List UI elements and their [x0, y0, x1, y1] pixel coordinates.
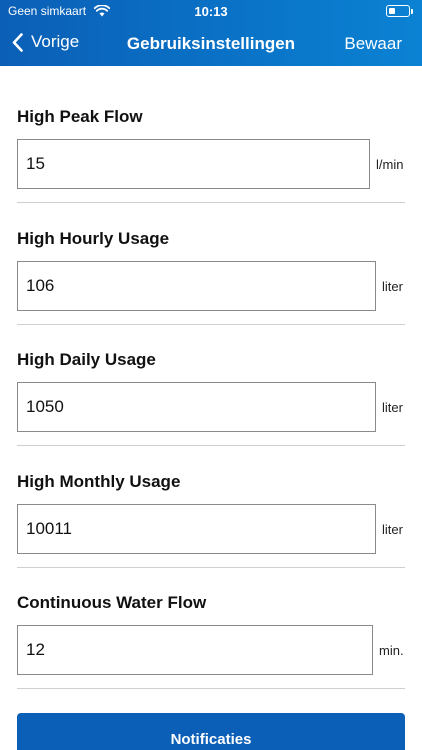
setting-high-daily-usage: High Daily Usage liter [0, 309, 422, 446]
high-hourly-usage-input[interactable] [17, 260, 376, 311]
continuous-water-flow-input[interactable] [17, 625, 373, 675]
battery-icon [386, 5, 413, 17]
setting-label: High Peak Flow [17, 107, 143, 126]
divider [17, 688, 405, 689]
unit-label: liter [382, 278, 403, 294]
unit-label: liter [382, 400, 403, 415]
setting-high-monthly-usage: High Monthly Usage liter [0, 431, 422, 568]
unit-label: liter [382, 521, 403, 537]
unit-label: min. [379, 643, 404, 658]
unit-label: l/min [376, 157, 404, 172]
status-bar: Geen simkaart 10:13 [0, 0, 422, 22]
settings-form: High Peak Flow l/min High Hourly Usage l… [0, 66, 422, 689]
setting-label: High Daily Usage [17, 350, 156, 369]
high-monthly-usage-input[interactable] [17, 503, 376, 554]
setting-high-peak-flow: High Peak Flow l/min [0, 66, 422, 203]
navigation-bar: Vorige Gebruiksinstellingen Bewaar [0, 22, 422, 66]
high-daily-usage-input[interactable] [17, 382, 376, 432]
high-peak-flow-input[interactable] [17, 139, 370, 189]
notifications-button[interactable]: Notificaties [17, 713, 405, 750]
setting-continuous-water-flow: Continuous Water Flow min. [0, 552, 422, 689]
setting-label: High Monthly Usage [17, 471, 181, 491]
setting-high-hourly-usage: High Hourly Usage liter [0, 188, 422, 325]
status-time: 10:13 [194, 4, 228, 19]
top-bar: Geen simkaart 10:13 Vorige Gebruiksinste… [0, 0, 422, 66]
save-button[interactable]: Bewaar [344, 34, 402, 54]
setting-label: Continuous Water Flow [17, 593, 207, 612]
setting-label: High Hourly Usage [17, 228, 170, 248]
